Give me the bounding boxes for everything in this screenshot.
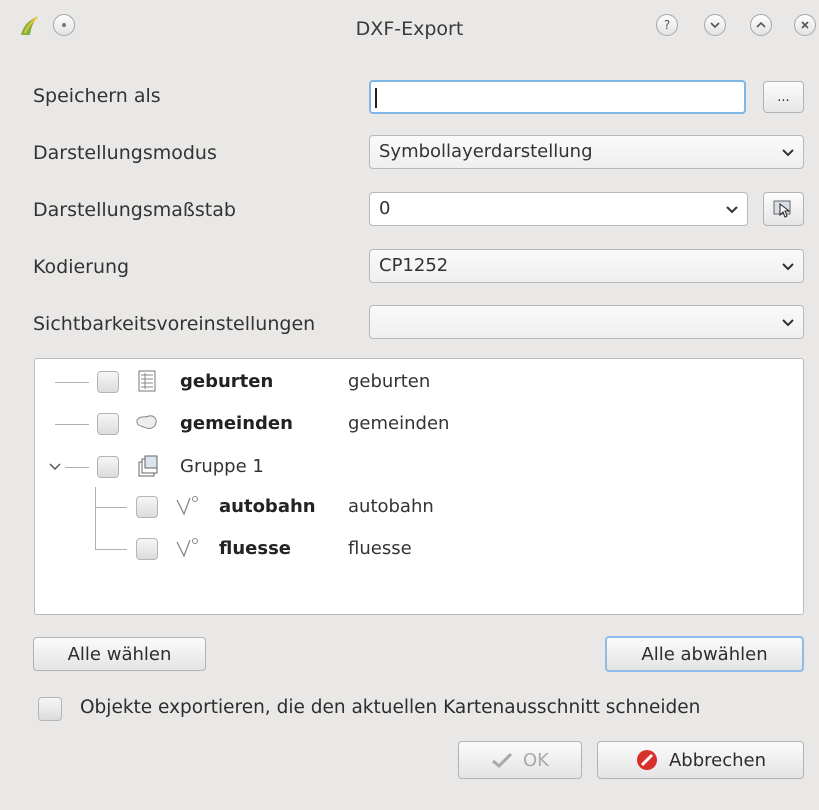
mode-select[interactable]: Symbollayerdarstellung <box>369 135 804 169</box>
scale-label: Darstellungsmaßstab <box>33 199 236 221</box>
title-bar: DXF-Export ? <box>0 0 819 56</box>
tree-row-group[interactable]: Gruppe 1 <box>35 448 795 486</box>
window-title: DXF-Export <box>355 18 464 40</box>
browse-button-label: ... <box>777 89 790 105</box>
visibility-select[interactable] <box>369 305 804 339</box>
tree-row[interactable]: autobahn autobahn <box>35 488 795 526</box>
encoding-select[interactable]: CP1252 <box>369 249 804 283</box>
tree-row[interactable]: gemeinden gemeinden <box>35 405 795 443</box>
scale-combobox[interactable]: 0 <box>369 192 748 226</box>
group-icon <box>138 455 158 477</box>
select-all-label: Alle wählen <box>67 643 172 665</box>
close-button[interactable] <box>794 14 816 36</box>
layer-checkbox[interactable] <box>97 413 119 435</box>
map-pointer-icon <box>773 200 790 218</box>
close-icon <box>801 21 809 29</box>
layer-output-name: fluesse <box>348 538 412 559</box>
help-button[interactable]: ? <box>656 14 678 36</box>
mode-label: Darstellungsmodus <box>33 142 217 164</box>
chevron-down-icon <box>710 22 720 29</box>
chevron-down-icon <box>782 149 794 157</box>
deselect-all-button[interactable]: Alle abwählen <box>605 636 804 672</box>
layer-checkbox[interactable] <box>136 496 158 518</box>
layer-name: gemeinden <box>180 413 293 434</box>
checkmark-icon <box>492 752 513 769</box>
save-as-label: Speichern als <box>33 85 161 107</box>
chevron-down-icon[interactable] <box>49 462 61 472</box>
chevron-down-icon <box>782 319 794 327</box>
encoding-select-value: CP1252 <box>379 255 449 276</box>
maximize-button[interactable] <box>750 14 772 36</box>
chevron-down-icon <box>726 206 738 214</box>
text-caret <box>375 88 377 108</box>
deselect-all-label: Alle abwählen <box>641 643 768 665</box>
browse-button[interactable]: ... <box>763 81 804 113</box>
cancel-icon <box>636 750 657 770</box>
layer-name: geburten <box>180 371 274 392</box>
save-as-input[interactable] <box>369 80 746 114</box>
scale-value: 0 <box>379 198 391 219</box>
intersect-label[interactable]: Objekte exportieren, die den aktuellen K… <box>80 697 700 718</box>
layer-checkbox[interactable] <box>97 371 119 393</box>
cancel-label: Abbrechen <box>668 749 767 771</box>
tree-row[interactable]: geburten geburten <box>35 363 795 401</box>
layer-output-name: gemeinden <box>348 413 450 434</box>
line-layer-icon <box>176 496 198 516</box>
visibility-label: Sichtbarkeitsvoreinstellungen <box>33 313 316 335</box>
minimize-button[interactable] <box>704 14 726 36</box>
layer-name: autobahn <box>219 496 316 517</box>
encoding-label: Kodierung <box>33 256 130 278</box>
layer-output-name: autobahn <box>348 496 434 517</box>
polygon-icon <box>136 415 157 429</box>
select-all-button[interactable]: Alle wählen <box>33 637 206 671</box>
layer-tree[interactable]: geburten geburten gemeinden gemeinden Gr… <box>34 358 804 615</box>
layer-checkbox[interactable] <box>136 538 158 560</box>
scale-from-map-button[interactable] <box>763 192 804 226</box>
mode-select-value: Symbollayerdarstellung <box>379 141 593 162</box>
group-name: Gruppe 1 <box>180 456 264 477</box>
layer-name: fluesse <box>219 538 291 559</box>
chevron-up-icon <box>756 21 766 28</box>
cancel-button[interactable]: Abbrechen <box>597 741 804 779</box>
chevron-down-icon <box>782 263 794 271</box>
ok-button[interactable]: OK <box>458 741 582 779</box>
intersect-checkbox[interactable] <box>38 697 62 721</box>
line-layer-icon <box>176 538 198 558</box>
layer-output-name: geburten <box>348 371 431 392</box>
ok-label: OK <box>523 749 549 771</box>
group-checkbox[interactable] <box>97 456 119 478</box>
tree-row[interactable]: fluesse fluesse <box>35 530 795 568</box>
table-icon <box>138 370 156 392</box>
